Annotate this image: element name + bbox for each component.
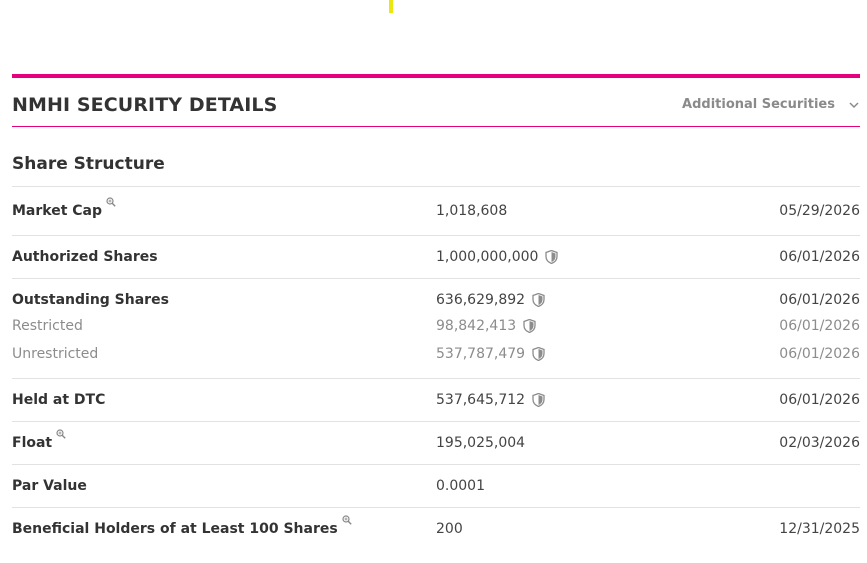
market-cap-date: 05/29/2026	[779, 203, 860, 220]
additional-securities-label: Additional Securities	[682, 97, 835, 112]
float-date: 02/03/2026	[779, 435, 860, 451]
held-at-dtc-value: 537,645,712	[436, 392, 526, 408]
par-value-value: 0.0001	[436, 478, 485, 494]
magnifier-icon[interactable]	[342, 515, 352, 525]
magnifier-icon[interactable]	[56, 429, 66, 439]
row-group-held-dtc: Held at DTC 537,645,712 06/01/2026	[12, 379, 860, 422]
beneficial-holders-label: Beneficial Holders of at Least 100 Share…	[12, 521, 338, 537]
table-row: Unrestricted 537,787,479 06/01/2026	[12, 340, 860, 369]
shield-icon[interactable]	[532, 393, 545, 407]
authorized-shares-value: 1,000,000,000	[436, 249, 539, 265]
market-cap-label: Market Cap	[12, 203, 103, 220]
row-group-beneficial: Beneficial Holders of at Least 100 Share…	[12, 508, 860, 550]
chevron-down-icon	[849, 101, 859, 108]
shield-icon[interactable]	[532, 293, 545, 307]
unrestricted-label: Unrestricted	[12, 346, 99, 363]
security-details-panel: NMHI SECURITY DETAILS Additional Securit…	[12, 74, 860, 550]
magnifier-icon[interactable]	[106, 197, 116, 207]
row-group-outstanding: Outstanding Shares 636,629,892 06/01/202…	[12, 279, 860, 379]
outstanding-shares-date: 06/01/2026	[779, 292, 860, 308]
beneficial-holders-date: 12/31/2025	[779, 521, 860, 537]
market-cap-value: 1,018,608	[436, 203, 508, 220]
table-row: Outstanding Shares 636,629,892 06/01/202…	[12, 289, 860, 312]
row-group-authorized: Authorized Shares 1,000,000,000 06/01/20…	[12, 236, 860, 279]
authorized-shares-date: 06/01/2026	[779, 249, 860, 265]
held-at-dtc-label: Held at DTC	[12, 392, 106, 408]
restricted-date: 06/01/2026	[779, 317, 860, 334]
float-value: 195,025,004	[436, 435, 526, 451]
table-row: Par Value 0.0001	[12, 475, 860, 498]
par-value-label: Par Value	[12, 478, 87, 494]
table-row: Held at DTC 537,645,712 06/01/2026	[12, 389, 860, 412]
table-row: Market Cap 1,018,608 05/29/2026	[12, 197, 860, 226]
unrestricted-date: 06/01/2026	[779, 346, 860, 363]
row-group-market-cap: Market Cap 1,018,608 05/29/2026	[12, 187, 860, 236]
authorized-shares-label: Authorized Shares	[12, 249, 158, 265]
table-row: Authorized Shares 1,000,000,000 06/01/20…	[12, 246, 860, 269]
page-title: NMHI SECURITY DETAILS	[12, 94, 278, 116]
shield-icon[interactable]	[523, 318, 536, 333]
table-row: Restricted 98,842,413 06/01/2026	[12, 312, 860, 341]
outstanding-shares-value: 636,629,892	[436, 292, 526, 308]
unrestricted-value: 537,787,479	[436, 346, 526, 363]
shield-icon[interactable]	[532, 347, 545, 362]
table-row: Float 195,025,004 02/03/2026	[12, 429, 860, 455]
restricted-label: Restricted	[12, 317, 83, 334]
panel-header: NMHI SECURITY DETAILS Additional Securit…	[12, 78, 860, 127]
top-accent-mark	[389, 0, 393, 13]
held-at-dtc-date: 06/01/2026	[779, 392, 860, 408]
table-row: Beneficial Holders of at Least 100 Share…	[12, 515, 860, 541]
row-group-par-value: Par Value 0.0001	[12, 465, 860, 508]
row-group-float: Float 195,025,004 02/03/2026	[12, 422, 860, 465]
outstanding-shares-label: Outstanding Shares	[12, 292, 169, 308]
shield-icon[interactable]	[545, 250, 559, 264]
float-label: Float	[12, 435, 53, 451]
restricted-value: 98,842,413	[436, 317, 517, 334]
section-title: Share Structure	[12, 127, 860, 187]
beneficial-holders-value: 200	[436, 521, 463, 537]
additional-securities-dropdown[interactable]: Additional Securities	[682, 97, 860, 112]
